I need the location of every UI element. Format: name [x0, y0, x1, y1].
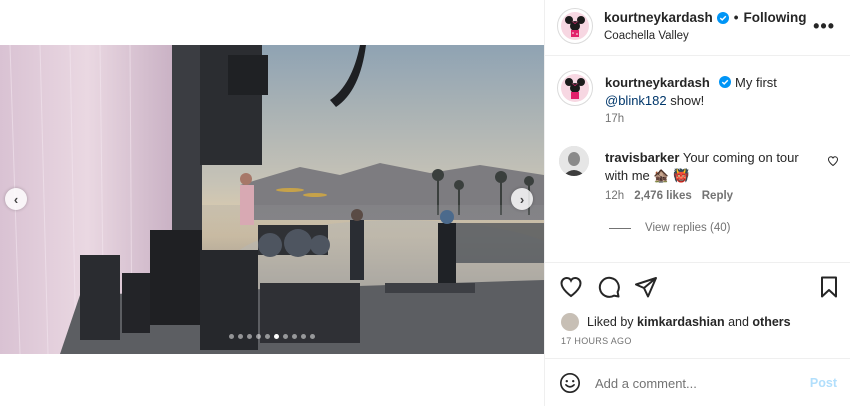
verified-badge-icon: [719, 76, 732, 88]
caption-text-after: show!: [670, 93, 705, 108]
carousel-dot: [265, 334, 270, 339]
likes-others-link[interactable]: others: [752, 315, 790, 329]
carousel-dot: [274, 334, 279, 339]
action-bar: [545, 262, 850, 308]
chevron-right-icon: ›: [519, 191, 525, 207]
comment-like-heart-icon[interactable]: [827, 155, 839, 167]
media-column: ‹ ›: [0, 0, 544, 406]
add-comment-bar: Post: [545, 358, 850, 406]
view-replies-label: View replies (40): [645, 222, 731, 234]
caption-timestamp[interactable]: 17h: [605, 113, 624, 125]
heart-icon[interactable]: [559, 275, 583, 299]
verified-badge-icon: [716, 11, 729, 24]
carousel-indicator: [0, 334, 544, 339]
share-icon[interactable]: [634, 275, 658, 299]
comment-username[interactable]: travisbarker: [605, 150, 679, 165]
minnie-avatar-icon: [561, 12, 589, 40]
reply-button[interactable]: Reply: [702, 190, 733, 202]
comment-body: travisbarker Your coming on tour with me…: [605, 149, 815, 185]
user-photo-icon: [559, 146, 589, 176]
comment-icon[interactable]: [597, 275, 621, 299]
liker-username[interactable]: kimkardashian: [637, 315, 725, 329]
header-user-row: kourtneykardash • Following: [604, 10, 807, 25]
carousel-dot: [301, 334, 306, 339]
author-avatar[interactable]: [557, 8, 593, 44]
caption-text: My first: [735, 75, 777, 90]
likes-summary: Liked by kimkardashian and others: [561, 313, 791, 331]
caption-username[interactable]: kourtneykardash: [605, 75, 710, 90]
likes-prefix: Liked by: [587, 315, 634, 329]
carousel-next-button[interactable]: ›: [511, 188, 533, 210]
post-photo[interactable]: [0, 45, 544, 354]
carousel-dot: [229, 334, 234, 339]
post-side-panel: kourtneykardash • Following Coachella Va…: [544, 0, 850, 406]
commenter-avatar[interactable]: [559, 146, 589, 176]
caption-avatar[interactable]: [557, 70, 593, 106]
more-options-icon[interactable]: •••: [813, 16, 835, 37]
carousel-dot: [256, 334, 261, 339]
caption-mention-link[interactable]: @blink182: [605, 93, 667, 108]
comment-likes[interactable]: 2,476 likes: [634, 190, 692, 202]
carousel-prev-button[interactable]: ‹: [5, 188, 27, 210]
comment-meta: 12h 2,476 likes Reply: [605, 190, 733, 202]
view-replies-button[interactable]: View replies (40): [609, 222, 730, 234]
chevron-left-icon: ‹: [13, 191, 19, 207]
bookmark-icon[interactable]: [817, 275, 841, 299]
carousel-dot: [247, 334, 252, 339]
concert-scene-image: [0, 45, 544, 354]
emoji-icon[interactable]: [559, 372, 581, 394]
comment-time[interactable]: 12h: [605, 190, 624, 202]
carousel-dot: [292, 334, 297, 339]
carousel-dot: [238, 334, 243, 339]
carousel-dot: [310, 334, 315, 339]
carousel-dot: [283, 334, 288, 339]
post-header: kourtneykardash • Following Coachella Va…: [545, 0, 850, 56]
post-location[interactable]: Coachella Valley: [604, 30, 689, 42]
separator-dot: •: [733, 10, 739, 25]
minnie-avatar-icon: [561, 74, 589, 102]
author-username[interactable]: kourtneykardash: [604, 10, 713, 25]
likes-conjunction: and: [728, 315, 749, 329]
following-button[interactable]: Following: [744, 10, 807, 25]
post-caption: kourtneykardash My first @blink182 show!: [605, 74, 835, 110]
post-timestamp[interactable]: 17 HOURS AGO: [561, 336, 632, 346]
post-comment-button[interactable]: Post: [810, 376, 837, 390]
liker-avatar[interactable]: [561, 313, 579, 331]
replies-divider-line: [609, 227, 631, 229]
comment-input[interactable]: [595, 371, 795, 395]
